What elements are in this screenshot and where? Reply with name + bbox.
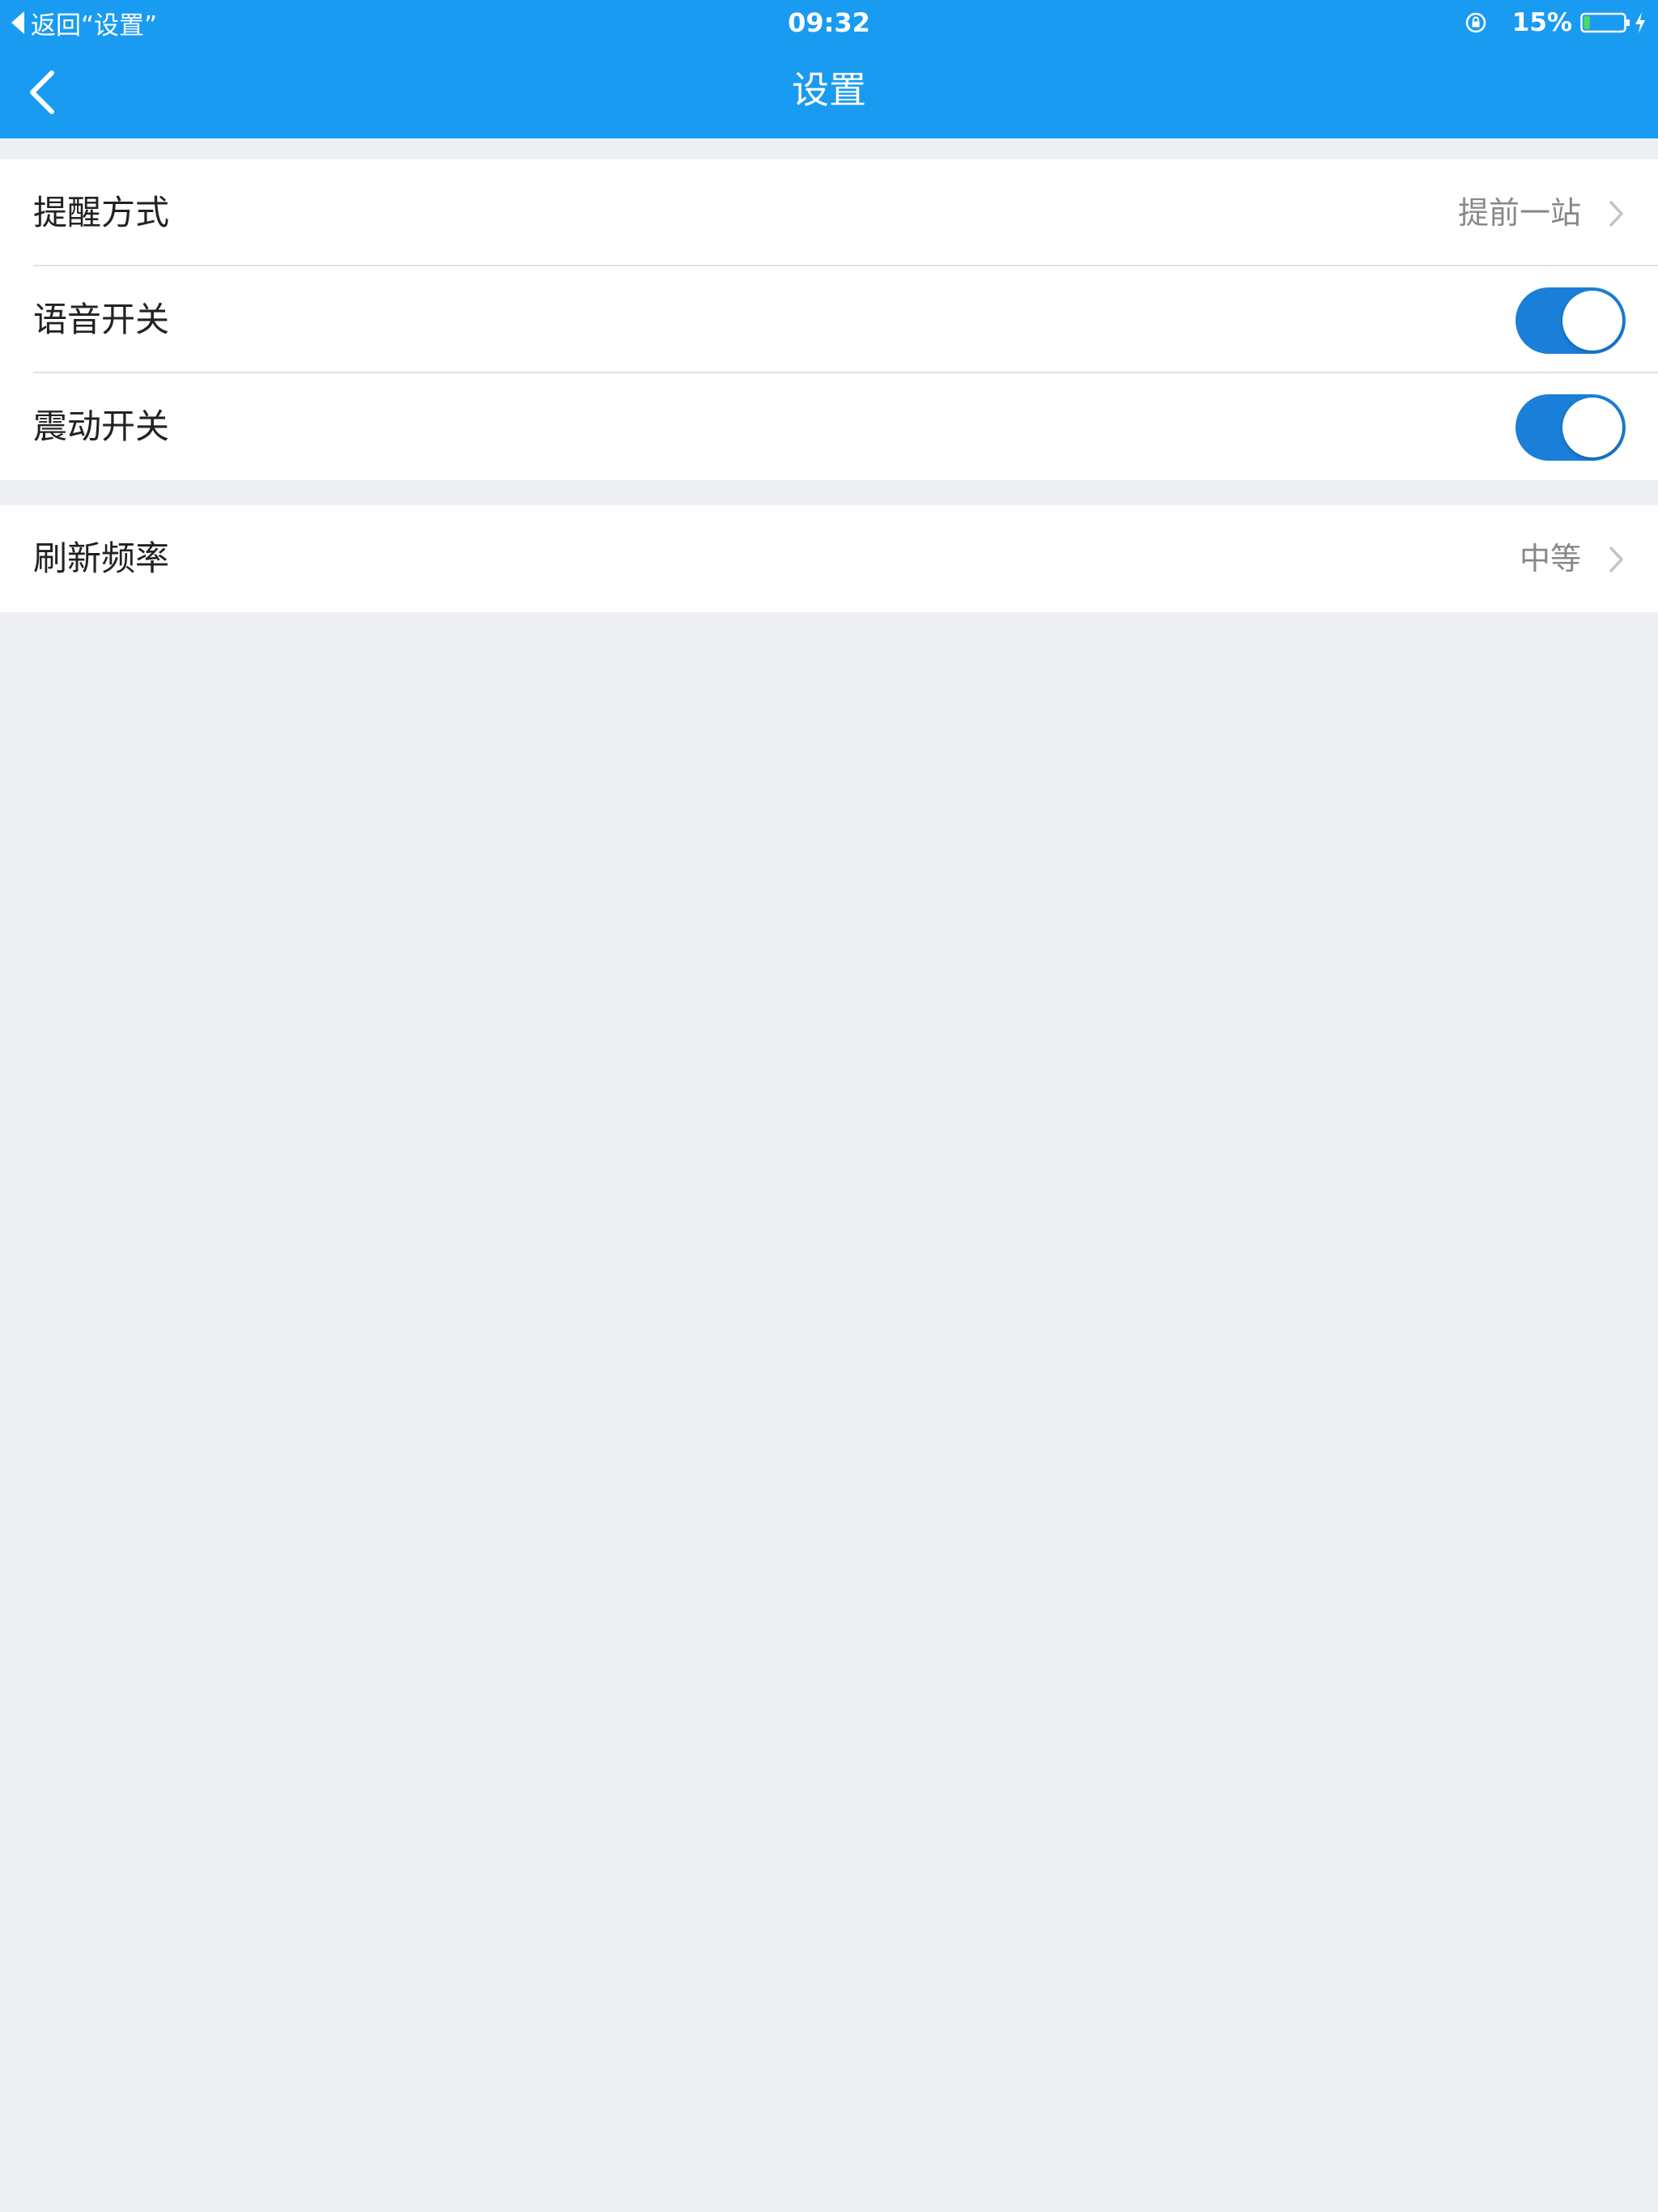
settings-group-notifications: 提醒方式 提前一站 语音开关 震动开关 bbox=[0, 160, 1658, 480]
setting-row-voice: 语音开关 bbox=[0, 266, 1658, 373]
setting-label: 震动开关 bbox=[33, 406, 170, 446]
status-time: 09:32 bbox=[788, 7, 870, 38]
voice-toggle[interactable] bbox=[1516, 287, 1626, 354]
chevron-right-icon bbox=[1609, 201, 1623, 227]
setting-row-vibration: 震动开关 bbox=[0, 373, 1658, 480]
setting-label: 提醒方式 bbox=[33, 193, 170, 232]
battery-percentage: 15% bbox=[1511, 8, 1572, 37]
setting-label: 语音开关 bbox=[33, 300, 170, 339]
battery-icon bbox=[1580, 12, 1630, 33]
charging-bolt-icon bbox=[1635, 12, 1645, 33]
status-bar: 返回“设置” 09:32 15% bbox=[0, 0, 1658, 45]
toggle-knob bbox=[1562, 291, 1622, 351]
setting-value: 中等 bbox=[1519, 541, 1581, 576]
navigation-bar: 设置 bbox=[0, 45, 1658, 138]
setting-row-reminder-mode[interactable]: 提醒方式 提前一站 bbox=[0, 160, 1658, 266]
setting-value: 提前一站 bbox=[1457, 195, 1581, 231]
page-title: 设置 bbox=[792, 68, 866, 112]
toggle-knob bbox=[1562, 398, 1622, 457]
setting-label: 刷新频率 bbox=[33, 538, 170, 578]
status-indicators: 15% bbox=[1465, 5, 1647, 40]
rotation-lock-icon bbox=[1465, 12, 1486, 33]
settings-group-refresh: 刷新频率 中等 bbox=[0, 505, 1658, 612]
header: 返回“设置” 09:32 15% 设置 bbox=[0, 0, 1658, 138]
vibration-toggle[interactable] bbox=[1516, 394, 1626, 461]
setting-row-refresh-rate[interactable]: 刷新频率 中等 bbox=[0, 505, 1658, 612]
chevron-right-icon bbox=[1609, 547, 1623, 572]
